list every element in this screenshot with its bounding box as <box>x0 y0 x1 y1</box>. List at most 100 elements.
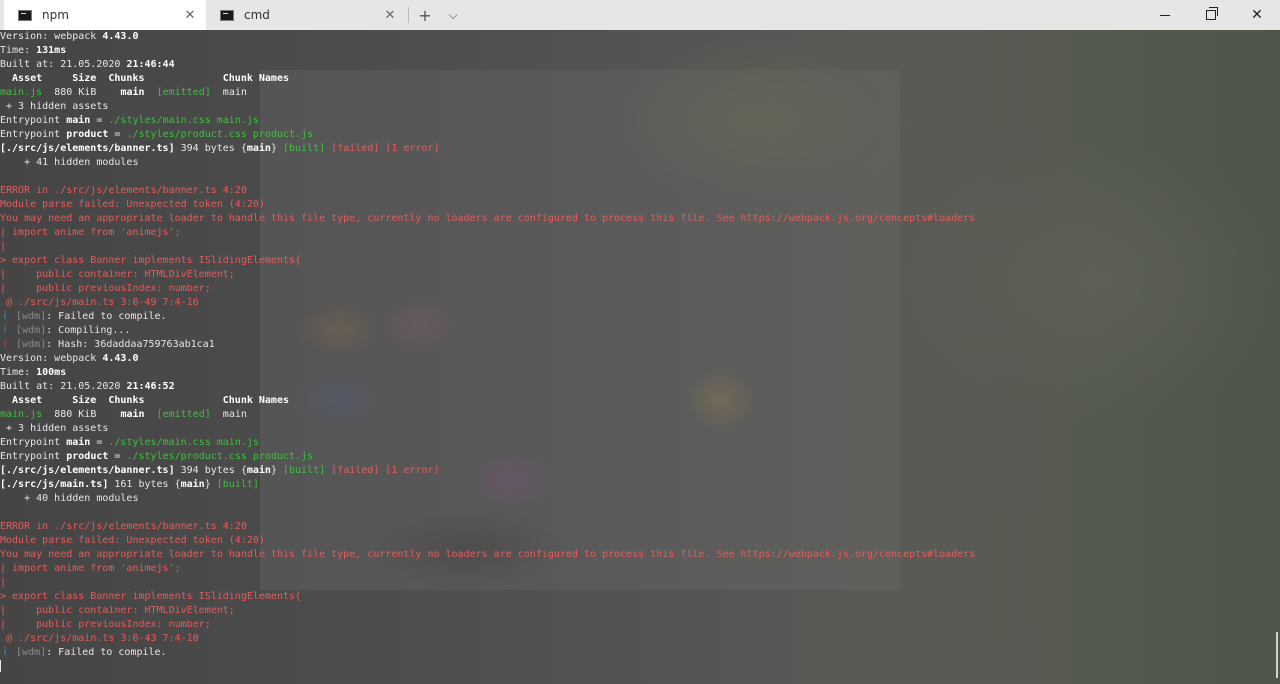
terminal-text: Time: <box>0 367 37 378</box>
tab-cmd[interactable]: cmd ✕ <box>206 0 406 30</box>
terminal-line: > export class Banner implements ISlidin… <box>0 254 1280 268</box>
terminal-line: ｉ [wdm]: Hash: 36daddaa759763ab1ca1 <box>0 338 1280 352</box>
terminal-line: | import anime from 'animejs'; <box>0 226 1280 240</box>
terminal-output[interactable]: Version: webpack 4.43.0 Time: 131ms Built … <box>0 30 1280 684</box>
terminal-text: Version: webpack <box>0 31 103 42</box>
terminal-text: = <box>108 451 127 462</box>
terminal-text: main.js <box>0 87 43 98</box>
terminal-line: @ ./src/js/main.ts 3:0-49 7:4-16 <box>0 296 1280 310</box>
terminal-text: main <box>180 479 205 490</box>
terminal-text: [failed] <box>331 143 380 154</box>
restore-icon <box>1206 7 1218 20</box>
terminal-text: } <box>270 143 283 154</box>
terminal-text: ｉ <box>0 647 10 658</box>
terminal-text: main <box>246 143 271 154</box>
terminal-text: + 3 hidden assets <box>0 101 109 112</box>
terminal-text: 21:46:52 <box>126 381 175 392</box>
terminal-text: Time: <box>0 45 37 56</box>
terminal-line: + 41 hidden modules <box>0 156 1280 170</box>
terminal-text: [failed] <box>331 465 380 476</box>
terminal-text: Built at: 21.05.2020 <box>0 381 127 392</box>
text-cursor <box>0 660 1 672</box>
terminal-line: ｉ [wdm]: Failed to compile. <box>0 646 1280 660</box>
close-tab-icon[interactable]: ✕ <box>382 8 398 23</box>
terminal-text: You may need an appropriate loader to ha… <box>0 213 976 224</box>
scrollbar-thumb[interactable] <box>1276 632 1278 678</box>
terminal-line: Asset Size Chunks Chunk Names <box>0 72 1280 86</box>
terminal-text: : Failed to compile. <box>46 647 167 658</box>
terminal-text: | <box>0 577 7 588</box>
terminal-text: @ ./src/js/main.ts 3:0-49 7:4-16 <box>0 297 199 308</box>
terminal-line: Version: webpack 4.43.0 <box>0 352 1280 366</box>
terminal-line: [./src/js/main.ts] 161 bytes {main} [bui… <box>0 478 1280 492</box>
terminal-text: ERROR in ./src/js/elements/banner.ts 4:2… <box>0 185 247 196</box>
terminal-text: 4.43.0 <box>102 31 139 42</box>
terminal-text: | public previousIndex: number; <box>0 283 211 294</box>
terminal-text: + 40 hidden modules <box>0 493 139 504</box>
terminal-text: 880 KiB <box>42 409 121 420</box>
terminal-text: main <box>66 115 91 126</box>
tab-dropdown-button[interactable]: ⌵ <box>439 0 467 30</box>
terminal-text: 131ms <box>36 45 67 56</box>
terminal-text: [./src/js/main.ts] <box>0 479 109 490</box>
terminal-text: + 41 hidden modules <box>0 157 139 168</box>
terminal-text: product <box>66 129 109 140</box>
terminal-line: main.js 880 KiB main [emitted] main <box>0 408 1280 422</box>
terminal-line: | <box>0 240 1280 254</box>
terminal-line: Version: webpack 4.43.0 <box>0 30 1280 44</box>
terminal-line: Time: 100ms <box>0 366 1280 380</box>
terminal-text: Version: webpack <box>0 353 103 364</box>
terminal-icon <box>18 9 32 21</box>
terminal-line: ERROR in ./src/js/elements/banner.ts 4:2… <box>0 184 1280 198</box>
terminal-line: ｉ [wdm]: Compiling... <box>0 324 1280 338</box>
terminal-text: product <box>66 451 109 462</box>
terminal-line: + 3 hidden assets <box>0 100 1280 114</box>
terminal-text: @ ./src/js/main.ts 3:0-43 7:4-10 <box>0 633 199 644</box>
terminal-line: | import anime from 'animejs'; <box>0 562 1280 576</box>
terminal-line: [./src/js/elements/banner.ts] 394 bytes … <box>0 464 1280 478</box>
terminal-text: 880 KiB <box>42 87 121 98</box>
terminal-text: 21:46:44 <box>126 59 175 70</box>
tab-npm[interactable]: npm ✕ <box>4 0 206 30</box>
new-tab-button[interactable]: + <box>411 0 439 30</box>
terminal-icon <box>220 9 234 21</box>
terminal-text: ./styles/product.css product.js <box>126 451 314 462</box>
tab-separator <box>408 7 409 23</box>
terminal-text: main <box>66 437 91 448</box>
terminal-line: Time: 131ms <box>0 44 1280 58</box>
close-window-button[interactable]: ✕ <box>1234 0 1280 30</box>
terminal-text: [emitted] <box>156 87 211 98</box>
terminal-text: ./styles/main.css main.js <box>108 115 259 126</box>
tab-label: npm <box>42 8 69 22</box>
terminal-text: [wdm] <box>16 339 47 350</box>
terminal-line: Module parse failed: Unexpected token (4… <box>0 198 1280 212</box>
minimize-button[interactable] <box>1142 0 1188 30</box>
terminal-line: main.js 880 KiB main [emitted] main <box>0 86 1280 100</box>
terminal-text: ｉ <box>0 325 10 336</box>
terminal-text: Module parse failed: Unexpected token (4… <box>0 535 265 546</box>
terminal-text: : Compiling... <box>46 325 131 336</box>
terminal-text: } <box>204 479 217 490</box>
close-tab-icon[interactable]: ✕ <box>182 8 198 23</box>
terminal-line: Module parse failed: Unexpected token (4… <box>0 534 1280 548</box>
terminal-text: } <box>270 465 283 476</box>
tab-label: cmd <box>244 8 270 22</box>
terminal-text: main <box>246 465 271 476</box>
terminal-line: Built at: 21.05.2020 21:46:44 <box>0 58 1280 72</box>
terminal-text: 100ms <box>36 367 67 378</box>
terminal-text: ｉ <box>0 339 10 350</box>
terminal-text: + 3 hidden assets <box>0 423 109 434</box>
terminal-text: [1 error] <box>385 143 440 154</box>
terminal-line: You may need an appropriate loader to ha… <box>0 548 1280 562</box>
restore-button[interactable] <box>1188 0 1234 30</box>
terminal-line: | public previousIndex: number; <box>0 282 1280 296</box>
terminal-line: Built at: 21.05.2020 21:46:52 <box>0 380 1280 394</box>
terminal-text: Asset Size Chunks Chunk Names <box>0 395 289 406</box>
terminal-text: | public previousIndex: number; <box>0 619 211 630</box>
terminal-line: + 40 hidden modules <box>0 492 1280 506</box>
terminal-text: = <box>108 129 127 140</box>
terminal-text: main <box>120 87 145 98</box>
